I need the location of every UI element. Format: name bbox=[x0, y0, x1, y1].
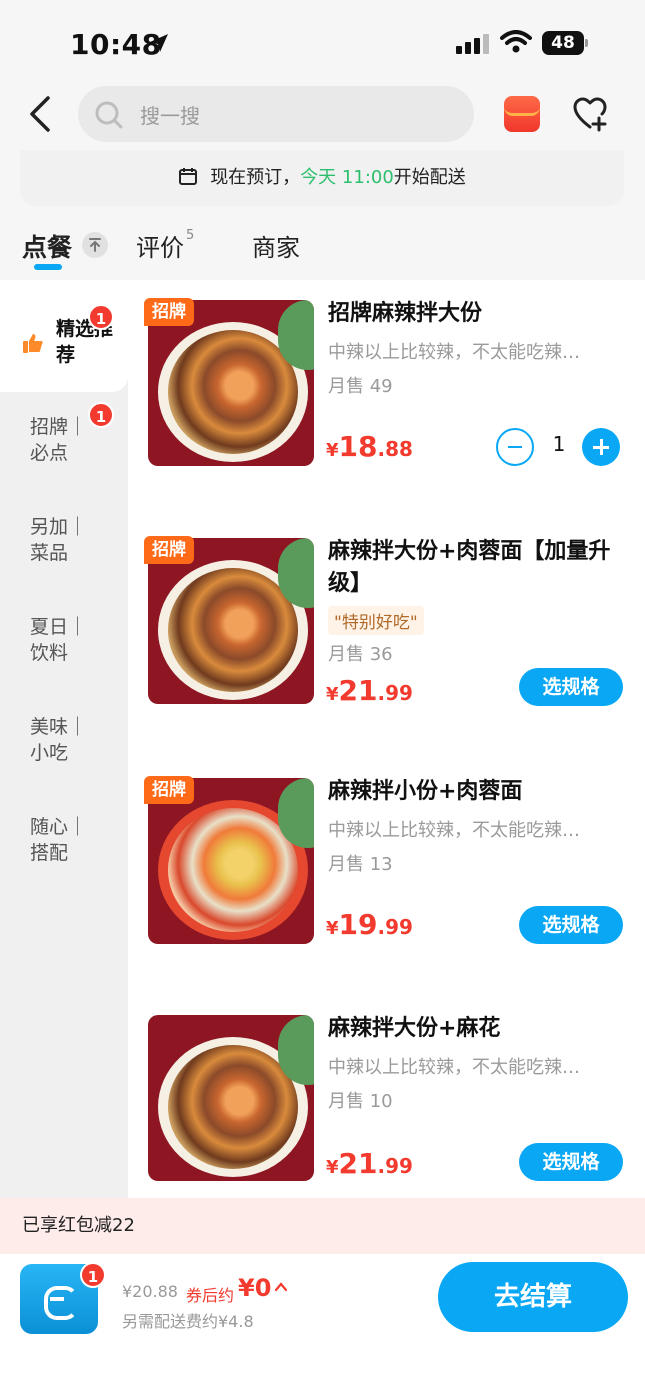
dish-sales: 月售 13 bbox=[328, 854, 393, 875]
battery-cap bbox=[585, 39, 588, 47]
dish-name: 招牌麻辣拌大份 bbox=[328, 301, 483, 326]
tab-reviews[interactable]: 评价 5 bbox=[136, 228, 194, 263]
calendar-icon bbox=[179, 168, 198, 185]
dish-image[interactable] bbox=[148, 1015, 314, 1181]
original-price: ¥20.88 bbox=[122, 1282, 178, 1301]
price-integer: 18 bbox=[338, 430, 378, 463]
select-spec-button[interactable]: 选规格 bbox=[519, 906, 623, 944]
sidebar-item-snacks[interactable]: 美味｜小吃 bbox=[0, 698, 128, 796]
sidebar-item-featured[interactable]: 精选推荐 1 bbox=[0, 280, 128, 392]
cellular-signal-icon bbox=[456, 34, 489, 54]
category-sidebar: 精选推荐 1 招牌｜必点 1 另加｜菜品 夏日｜饮料 美味｜小吃 随心｜搭配 bbox=[0, 280, 128, 1198]
search-placeholder: 搜一搜 bbox=[140, 104, 200, 128]
thumbs-up-icon bbox=[23, 334, 43, 353]
price-decimal: .99 bbox=[377, 1154, 413, 1178]
status-bar: 10:48 48 bbox=[0, 0, 645, 88]
signature-tag: 招牌 bbox=[144, 536, 194, 564]
select-spec-button[interactable]: 选规格 bbox=[519, 668, 623, 706]
preorder-suffix: 开始配送 bbox=[393, 167, 466, 188]
dish-price: ¥21.99 bbox=[326, 674, 413, 707]
battery-level: 48 bbox=[542, 31, 584, 55]
tab-bar: 点餐 评价 5 商家 bbox=[0, 208, 645, 280]
preorder-prefix: 现在预订， bbox=[210, 167, 301, 188]
quantity-value: 1 bbox=[552, 432, 566, 456]
tab-reviews-count: 5 bbox=[186, 228, 195, 243]
wifi-icon bbox=[500, 30, 532, 53]
checkout-bar: 1 ¥20.88 券后约 ¥0 另需配送费约¥4.8 去结算 bbox=[0, 1254, 645, 1398]
dish-name: 麻辣拌大份+肉蓉面【加量升级】 bbox=[328, 539, 611, 596]
price-currency: ¥ bbox=[326, 918, 339, 939]
list-item[interactable]: 招牌 麻辣拌大份+肉蓉面【加量升级】 "特别好吃" 月售 36 ¥21.99 选… bbox=[128, 518, 645, 748]
dish-name: 麻辣拌小份+肉蓉面 bbox=[328, 779, 523, 804]
sidebar-item-label: 随心｜搭配 bbox=[30, 816, 88, 864]
list-item[interactable]: 招牌 麻辣拌小份+肉蓉面 中辣以上比较辣，不太能吃辣… 月售 13 ¥19.99… bbox=[128, 758, 645, 988]
dish-sales: 月售 10 bbox=[328, 1091, 393, 1112]
price-decimal: .88 bbox=[377, 437, 413, 461]
price-decimal: .99 bbox=[377, 681, 413, 705]
price-integer: 19 bbox=[338, 908, 378, 941]
sidebar-item-label: 夏日｜饮料 bbox=[30, 616, 88, 664]
price-integer: 21 bbox=[338, 1147, 378, 1180]
battery-icon: 48 bbox=[542, 31, 588, 55]
location-arrow-icon bbox=[150, 34, 168, 52]
search-input[interactable]: 搜一搜 bbox=[78, 86, 474, 142]
dish-description: 中辣以上比较辣，不太能吃辣… bbox=[328, 820, 580, 841]
after-coupon-label: 券后约 bbox=[186, 1286, 235, 1305]
price-currency: ¥ bbox=[326, 440, 339, 461]
tab-reviews-label: 评价 bbox=[136, 234, 184, 262]
delivery-fee: 另需配送费约¥4.8 bbox=[122, 1312, 254, 1331]
favorite-add-icon[interactable] bbox=[572, 96, 608, 132]
decrease-quantity-button[interactable] bbox=[496, 428, 534, 466]
sidebar-item-summer-drinks[interactable]: 夏日｜饮料 bbox=[0, 598, 128, 696]
price-currency: ¥ bbox=[326, 684, 339, 705]
dish-price: ¥21.99 bbox=[326, 1147, 413, 1180]
increase-quantity-button[interactable] bbox=[582, 428, 620, 466]
sidebar-badge: 1 bbox=[88, 402, 114, 428]
dish-description: 中辣以上比较辣，不太能吃辣… bbox=[328, 342, 580, 363]
tab-merchant[interactable]: 商家 bbox=[252, 228, 300, 263]
tab-order[interactable]: 点餐 bbox=[22, 228, 72, 264]
dish-price: ¥18.88 bbox=[326, 430, 413, 463]
price-currency: ¥ bbox=[326, 1157, 339, 1178]
red-packet-icon[interactable] bbox=[504, 96, 540, 132]
preorder-banner: 现在预订，今天 11:00开始配送 bbox=[20, 150, 624, 206]
after-coupon-price: ¥0 bbox=[238, 1274, 272, 1302]
cart-badge: 1 bbox=[80, 1262, 106, 1288]
dish-price: ¥19.99 bbox=[326, 908, 413, 941]
price-integer: 21 bbox=[338, 674, 378, 707]
sidebar-badge: 1 bbox=[88, 304, 114, 330]
list-item[interactable]: 麻辣拌大份+麻花 中辣以上比较辣，不太能吃辣… 月售 10 ¥21.99 选规格 bbox=[128, 995, 645, 1225]
list-item[interactable]: 招牌 招牌麻辣拌大份 中辣以上比较辣，不太能吃辣… 月售 49 ¥18.88 1 bbox=[128, 280, 645, 510]
sidebar-item-label: 美味｜小吃 bbox=[30, 716, 88, 764]
sidebar-item-extra-dishes[interactable]: 另加｜菜品 bbox=[0, 498, 128, 596]
search-icon bbox=[95, 101, 123, 129]
tab-active-underline bbox=[34, 264, 62, 270]
select-spec-button[interactable]: 选规格 bbox=[519, 1143, 623, 1181]
preorder-time: 今天 11:00 bbox=[300, 167, 394, 188]
dish-sales: 月售 49 bbox=[328, 376, 393, 397]
sidebar-item-combos[interactable]: 随心｜搭配 bbox=[0, 798, 128, 896]
dish-list: 招牌 招牌麻辣拌大份 中辣以上比较辣，不太能吃辣… 月售 49 ¥18.88 1… bbox=[128, 280, 645, 1198]
sidebar-item-signature[interactable]: 招牌｜必点 1 bbox=[0, 398, 128, 496]
checkout-button[interactable]: 去结算 bbox=[438, 1262, 628, 1332]
back-button[interactable] bbox=[24, 94, 58, 134]
discount-bar: 已享红包减22 bbox=[0, 1198, 645, 1254]
dish-name: 麻辣拌大份+麻花 bbox=[328, 1016, 501, 1041]
signature-tag: 招牌 bbox=[144, 776, 194, 804]
signature-tag: 招牌 bbox=[144, 298, 194, 326]
dish-sales: 月售 36 bbox=[328, 644, 393, 665]
chevron-up-icon[interactable] bbox=[274, 1280, 288, 1294]
dish-tagline: "特别好吃" bbox=[328, 606, 424, 635]
sidebar-item-label: 另加｜菜品 bbox=[30, 516, 88, 564]
dish-description: 中辣以上比较辣，不太能吃辣… bbox=[328, 1057, 580, 1078]
price-decimal: .99 bbox=[377, 915, 413, 939]
pin-top-icon[interactable] bbox=[82, 232, 108, 258]
